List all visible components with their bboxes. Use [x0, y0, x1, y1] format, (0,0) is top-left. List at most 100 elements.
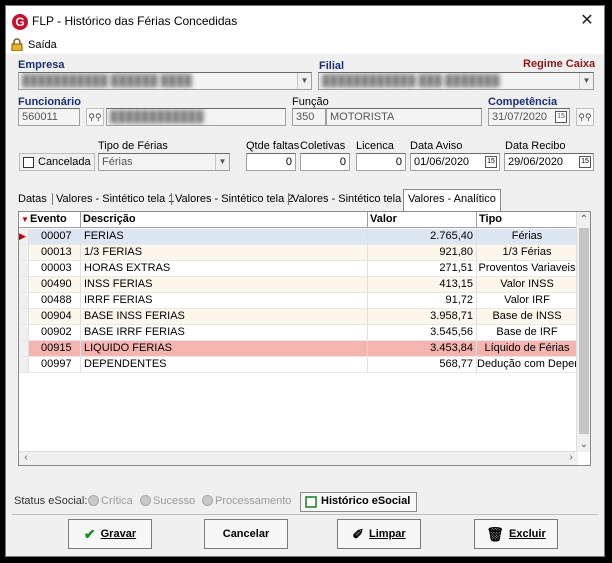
cell-tipo: Férias	[477, 229, 578, 245]
historico-esocial-button[interactable]: Histórico eSocial	[300, 492, 418, 512]
cell-descricao: BASE IRRF FERIAS	[81, 325, 368, 341]
table-row[interactable]: 00915 LIQUIDO FERIAS 3.453,84 Líquido de Fé…	[19, 341, 578, 357]
cancelada-label: Cancelada	[38, 156, 91, 168]
row-indicator[interactable]	[19, 357, 29, 373]
chevron-down-icon[interactable]: ▼	[297, 73, 311, 89]
empresa-value: ███████████ ██████ ████	[22, 75, 192, 87]
table-row[interactable]: 00490 INSS FERIAS 413,15 Valor INSS	[19, 277, 578, 293]
cell-evento: 00003	[29, 261, 81, 277]
funcionario-code-field[interactable]: 560011	[18, 108, 80, 126]
table-row[interactable]: 00902 BASE IRRF FERIAS 3.545,56 Base de IRF	[19, 325, 578, 341]
cell-evento: 00490	[29, 277, 81, 293]
checkbox-box[interactable]	[23, 157, 34, 168]
cell-tipo: Base de INSS	[477, 309, 578, 325]
cell-tipo: Dedução com Depende	[477, 357, 578, 373]
table-row[interactable]: 00997DEPENDENTES568,77Dedução com Depend…	[19, 357, 578, 373]
cell-valor: 3.545,56	[368, 325, 477, 341]
cell-descricao: LIQUIDO FERIAS	[81, 341, 368, 357]
checkmark-icon: ✔	[83, 526, 96, 542]
coletivas-input[interactable]: 0	[300, 153, 350, 171]
tab-sintetico-3[interactable]: Valores - Sintético tela 3	[292, 191, 410, 209]
row-indicator[interactable]	[19, 261, 29, 277]
menu-exit[interactable]: Saída	[28, 39, 57, 51]
close-icon[interactable]: ✕	[578, 12, 596, 30]
cancel-button[interactable]: Cancelar	[204, 519, 288, 549]
scroll-right-icon[interactable]: ›	[564, 452, 578, 463]
radio-critica[interactable]: Crítica	[88, 495, 133, 507]
search-funcionario-icon[interactable]: ⚲⚲	[86, 108, 104, 126]
tab-datas[interactable]: Datas	[18, 191, 47, 209]
delete-button[interactable]: 🗑 Excluir	[474, 519, 558, 549]
tipo-ferias-select[interactable]: Férias ▼	[98, 153, 230, 171]
calendar-icon[interactable]: 15	[485, 156, 497, 168]
tab-sintetico-2[interactable]: Valores - Sintético tela 2	[175, 191, 293, 209]
clear-button[interactable]: ✐ Limpar	[337, 519, 421, 549]
radio-sucesso-label: Sucesso	[153, 495, 196, 507]
cell-evento: 00007	[29, 229, 81, 245]
table-row[interactable]: 00013 1/3 FERIAS 921,80 1/3 Férias	[19, 245, 578, 261]
cell-descricao: FERIAS	[81, 229, 368, 245]
tab-analitico[interactable]: Valores - Analítico	[403, 189, 501, 211]
row-indicator[interactable]	[19, 277, 29, 293]
cell-descricao: HORAS EXTRAS	[81, 261, 368, 277]
eraser-icon: ✐	[352, 526, 365, 542]
funcao-code-field: 350	[292, 108, 326, 126]
row-indicator[interactable]	[19, 341, 29, 357]
qtde-faltas-input[interactable]: 0	[246, 153, 296, 171]
cell-tipo: Líquido de Férias	[477, 341, 578, 357]
save-label: Gravar	[100, 528, 137, 540]
chevron-down-icon[interactable]: ▼	[579, 73, 593, 89]
data-aviso-value: 01/06/2020	[414, 156, 470, 168]
radio-icon[interactable]	[88, 495, 99, 506]
vertical-scrollbar[interactable]: ⌃ ⌄	[576, 212, 590, 452]
radio-processamento[interactable]: Processamento	[202, 495, 291, 507]
scroll-down-icon[interactable]: ⌄	[577, 439, 590, 450]
competencia-field[interactable]: 31/07/2020 15	[488, 108, 570, 126]
horizontal-scrollbar[interactable]: ‹ ›	[19, 451, 578, 465]
radio-icon[interactable]	[202, 495, 213, 506]
search-competencia-icon[interactable]: ⚲⚲	[576, 108, 594, 126]
window-title: FLP - Histórico das Férias Concedidas	[32, 14, 238, 28]
tab-sintetico-1[interactable]: Valores - Sintético tela 1	[56, 191, 174, 209]
row-indicator[interactable]	[19, 325, 29, 341]
cell-evento: 00488	[29, 293, 81, 309]
grid-header-descricao[interactable]: Descrição	[81, 212, 368, 228]
row-indicator[interactable]	[19, 245, 29, 261]
calendar-icon[interactable]: 15	[555, 111, 567, 123]
cell-evento: 00013	[29, 245, 81, 261]
filial-select[interactable]: ████████████ ███ ███████ ▼	[318, 72, 594, 90]
table-row[interactable]: ▶ 00007 FERIAS 2.765,40 Férias	[19, 229, 578, 245]
licenca-input[interactable]: 0	[356, 153, 406, 171]
calendar-icon[interactable]: 15	[579, 156, 591, 168]
data-recibo-value: 29/06/2020	[508, 156, 564, 168]
table-row[interactable]: 00904 BASE INSS FERIAS 3.958,71 Base de INS…	[19, 309, 578, 325]
grid-header-tipo[interactable]: Tipo	[477, 212, 578, 228]
row-indicator[interactable]	[19, 293, 29, 309]
cell-evento: 00904	[29, 309, 81, 325]
cancelada-checkbox[interactable]: Cancelada	[19, 153, 95, 171]
table-row[interactable]: 00488 IRRF FERIAS 91,72 Valor IRF	[19, 293, 578, 309]
data-aviso-field[interactable]: 01/06/2020 15	[410, 153, 500, 171]
radio-sucesso[interactable]: Sucesso	[140, 495, 195, 507]
table-row[interactable]: 00003 HORAS EXTRAS 271,51 Proventos Variave…	[19, 261, 578, 277]
scroll-thumb[interactable]	[579, 228, 589, 434]
save-button[interactable]: ✔ Gravar	[68, 519, 152, 549]
radio-icon[interactable]	[140, 495, 151, 506]
chevron-down-icon[interactable]: ▼	[215, 154, 229, 170]
row-indicator[interactable]	[19, 309, 29, 325]
triangle-right-icon[interactable]: ▶	[19, 229, 29, 245]
button-bar: ✔ Gravar Cancelar ✐ Limpar 🗑 Excluir	[12, 514, 598, 556]
data-recibo-label: Data Recibo	[505, 140, 566, 152]
cell-evento: 00902	[29, 325, 81, 341]
data-recibo-field[interactable]: 29/06/2020 15	[504, 153, 594, 171]
funcionario-name-value: ████████████	[110, 111, 204, 123]
empresa-select[interactable]: ███████████ ██████ ████ ▼	[18, 72, 312, 90]
grid-header-valor[interactable]: Valor	[368, 212, 477, 228]
app-icon: G	[12, 14, 28, 30]
funcionario-label: Funcionário	[18, 96, 81, 108]
cell-valor: 91,72	[368, 293, 477, 309]
scroll-left-icon[interactable]: ‹	[19, 452, 33, 463]
radio-critica-label: Crítica	[101, 495, 133, 507]
scroll-up-icon[interactable]: ⌃	[577, 214, 590, 225]
events-grid: Evento ▼ Descrição Valor Tipo ▶ 00007 FERI…	[18, 211, 591, 466]
